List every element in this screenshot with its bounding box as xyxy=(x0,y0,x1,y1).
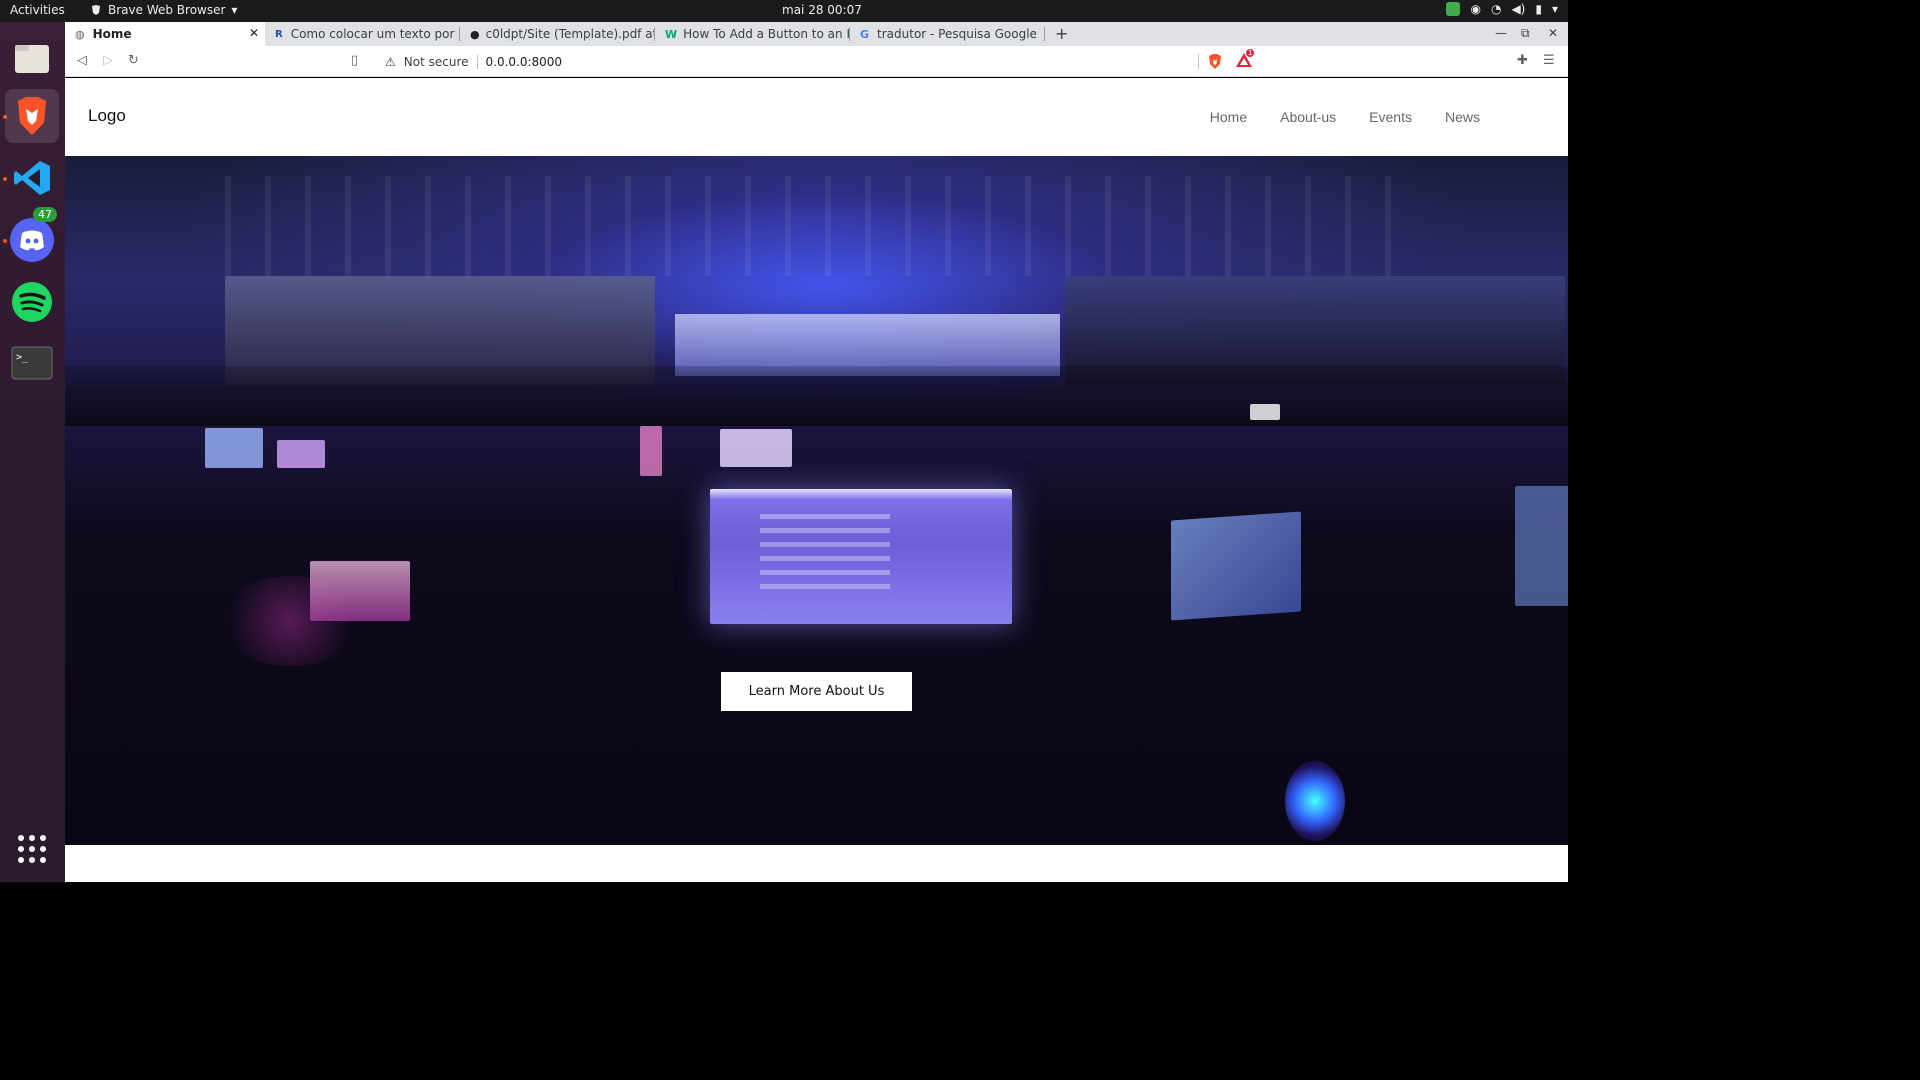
tab-github[interactable]: ● c0ldpt/Site (Template).pdf at xyxy=(460,22,655,46)
volume-icon[interactable]: ◀) xyxy=(1511,2,1525,16)
rewards-badge: 1 xyxy=(1246,49,1255,57)
app-menu[interactable]: Brave Web Browser ▾ xyxy=(90,3,237,17)
svg-text:>_: >_ xyxy=(16,352,29,363)
hero-monitor xyxy=(1250,404,1280,420)
reload-button[interactable]: ↻ xyxy=(128,53,139,68)
address-bar[interactable]: ⚠ Not secure 0.0.0.0:8000 xyxy=(385,50,1201,73)
site-logo[interactable]: Logo xyxy=(88,106,126,126)
dock-show-apps[interactable] xyxy=(5,822,59,876)
tab-label: Como colocar um texto por ci xyxy=(290,27,460,41)
vscode-icon xyxy=(14,161,50,195)
tab-label: Home xyxy=(92,27,132,41)
hero-monitor xyxy=(1171,511,1301,621)
discord-icon xyxy=(10,218,54,262)
browser-toolbar: ◁ ▷ ↻ ▯ ⚠ Not secure 0.0.0.0:8000 1 ✚ ☰ xyxy=(65,46,1568,77)
notification-badge: 47 xyxy=(33,207,57,222)
app-name: Brave Web Browser xyxy=(108,3,226,17)
hero-crowd xyxy=(65,366,1568,426)
menu-icon[interactable]: ☰ xyxy=(1543,53,1555,68)
github-icon: ● xyxy=(470,27,480,41)
dock-discord[interactable]: 47 xyxy=(5,207,59,267)
dock-terminal[interactable]: >_ xyxy=(5,336,59,390)
site-navbar: Logo Home About-us Events News xyxy=(65,78,1568,156)
forward-button[interactable]: ▷ xyxy=(103,53,113,68)
dock-vscode[interactable] xyxy=(5,151,59,205)
tab-home[interactable]: ◍ Home ✕ xyxy=(65,22,265,46)
hero-monitor xyxy=(1515,486,1568,606)
toolbar-divider xyxy=(1198,54,1199,69)
activities-button[interactable]: Activities xyxy=(10,3,65,17)
terminal-icon: >_ xyxy=(11,346,53,380)
spotify-icon xyxy=(12,282,52,322)
learn-more-button[interactable]: Learn More About Us xyxy=(721,672,912,711)
w3schools-icon: W xyxy=(665,27,678,41)
hero-ceiling-lights xyxy=(225,176,1405,276)
nav-news-link[interactable]: News xyxy=(1445,109,1480,125)
nav-about-us-link[interactable]: About-us xyxy=(1280,109,1336,125)
update-check-icon[interactable] xyxy=(1446,2,1461,16)
system-tray[interactable]: ◉ ◔ ◀) ▮ ▾ xyxy=(1446,2,1558,16)
tab-como-colocar[interactable]: R Como colocar um texto por ci xyxy=(265,22,460,46)
bookmark-icon[interactable]: ▯ xyxy=(351,53,358,68)
tab-tradutor[interactable]: G tradutor - Pesquisa Google xyxy=(850,22,1045,46)
security-status[interactable]: Not secure xyxy=(404,55,469,69)
battery-icon[interactable]: ▮ xyxy=(1535,2,1542,16)
new-tab-button[interactable]: + xyxy=(1055,24,1068,43)
tab-label: tradutor - Pesquisa Google xyxy=(877,27,1037,41)
back-button[interactable]: ◁ xyxy=(77,53,87,68)
browser-tab-bar: ◍ Home ✕ R Como colocar um texto por ci … xyxy=(65,22,1568,46)
hero-blue-light xyxy=(1285,761,1345,841)
app-grid-icon xyxy=(18,835,46,863)
page-footer-area xyxy=(65,845,1568,882)
minimize-button[interactable]: — xyxy=(1495,26,1507,40)
google-icon: G xyxy=(860,27,870,41)
dock: 47 >_ xyxy=(0,22,65,882)
url-divider xyxy=(476,54,478,69)
close-window-button[interactable]: ✕ xyxy=(1548,26,1558,40)
dock-files[interactable] xyxy=(5,32,59,86)
dock-spotify[interactable] xyxy=(5,275,59,329)
warning-icon[interactable]: ⚠ xyxy=(385,55,396,69)
site-favicon-icon: R xyxy=(275,28,283,40)
files-icon xyxy=(15,45,49,73)
tab-separator xyxy=(1044,27,1045,41)
globe-icon: ◍ xyxy=(75,27,85,41)
system-top-bar: Activities Brave Web Browser ▾ mai 28 00… xyxy=(0,0,1568,22)
dock-brave[interactable] xyxy=(5,89,59,143)
hero-monitor xyxy=(310,561,410,621)
hero-monitor xyxy=(205,428,263,468)
url-text[interactable]: 0.0.0.0:8000 xyxy=(486,55,563,69)
brave-icon xyxy=(18,97,46,135)
close-icon[interactable]: ✕ xyxy=(249,26,259,40)
tab-label: c0ldpt/Site (Template).pdf at xyxy=(485,27,655,41)
brave-small-icon xyxy=(92,5,100,15)
tab-label: How To Add a Button to an Im xyxy=(683,27,850,41)
tab-how-to-add-button[interactable]: W How To Add a Button to an Im xyxy=(655,22,850,46)
site-nav-links: Home About-us Events News xyxy=(1210,109,1480,125)
brave-shields-icon[interactable] xyxy=(1207,53,1223,70)
extensions-icon[interactable]: ✚ xyxy=(1517,53,1528,68)
nav-home-link[interactable]: Home xyxy=(1210,109,1247,125)
chevron-down-icon: ▾ xyxy=(231,3,238,17)
chevron-down-icon[interactable]: ▾ xyxy=(1552,2,1558,16)
hero-monitor xyxy=(640,426,662,476)
clock[interactable]: mai 28 00:07 xyxy=(782,3,862,17)
nav-events-link[interactable]: Events xyxy=(1369,109,1412,125)
hero-monitor xyxy=(720,429,792,467)
discord-tray-icon[interactable]: ◉ xyxy=(1470,2,1480,16)
hero-monitor xyxy=(277,440,325,468)
brave-rewards-button[interactable]: 1 xyxy=(1235,49,1255,70)
restore-button[interactable]: ⧉ xyxy=(1521,26,1530,41)
hero-main-monitor xyxy=(710,489,1012,624)
wifi-icon[interactable]: ◔ xyxy=(1491,2,1501,16)
web-page: Logo Home About-us Events News Learn Mor… xyxy=(65,78,1568,882)
hero-image xyxy=(65,156,1568,845)
